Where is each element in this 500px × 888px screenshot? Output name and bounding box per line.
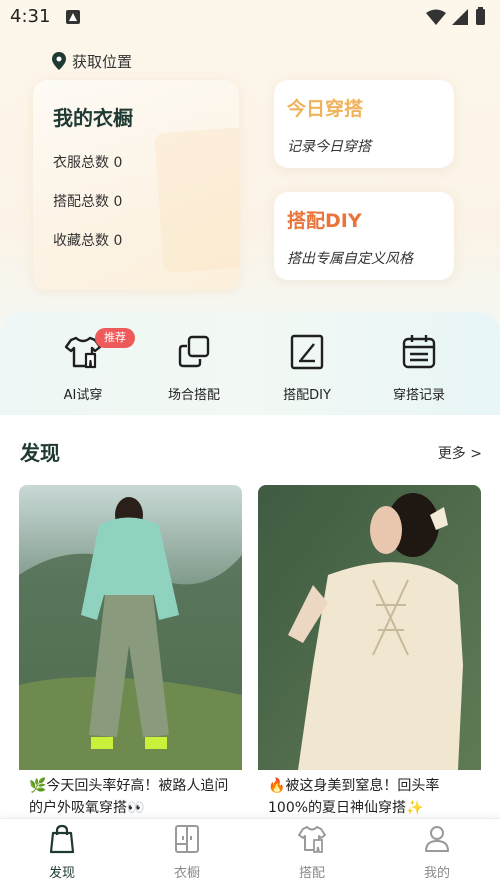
recommend-badge: 推荐	[95, 328, 135, 348]
location-pin-icon	[52, 52, 66, 70]
nav-outfit-label: 搭配	[298, 866, 325, 881]
summer-dress-photo	[258, 485, 481, 770]
notification-a-icon	[66, 10, 80, 24]
nav-wardrobe[interactable]: 衣橱	[147, 824, 227, 884]
nav-mine-label: 我的	[423, 866, 450, 881]
favorite-count: 收藏总数 0	[53, 233, 123, 249]
nav-outfit[interactable]: 搭配	[272, 824, 352, 884]
battery-icon	[476, 9, 485, 25]
more-link[interactable]: 更多 >	[438, 443, 482, 463]
nav-discover-label: 发现	[48, 866, 75, 881]
today-outfit-title: 今日穿搭	[287, 98, 364, 120]
status-icons	[426, 7, 485, 25]
feature-diy[interactable]: 搭配DIY	[257, 332, 357, 403]
feature-ai-tryon-label: AI试穿	[63, 388, 103, 403]
copy-squares-icon	[178, 335, 210, 368]
get-location[interactable]: 获取位置	[52, 50, 132, 72]
outfit-diy-subtitle: 搭出专属自定义风格	[287, 251, 413, 267]
feature-occasion-label: 场合搭配	[167, 388, 220, 403]
outfit-icon	[298, 826, 326, 853]
post-caption: 🌿今天回头率好高！被路人追问的户外吸氧穿搭👀	[29, 778, 229, 816]
today-outfit-card[interactable]: 今日穿搭 记录今日穿搭	[274, 80, 454, 168]
status-time: 4:31	[10, 6, 51, 27]
wardrobe-icon	[175, 825, 199, 853]
outfit-diy-card[interactable]: 搭配DIY 搭出专属自定义风格	[274, 192, 454, 280]
my-wardrobe-card[interactable]: 我的衣橱 衣服总数 0 搭配总数 0 收藏总数 0	[33, 80, 239, 290]
signal-icon	[452, 9, 468, 25]
wardrobe-title: 我的衣橱	[53, 106, 133, 130]
outfit-count: 搭配总数 0	[53, 194, 123, 210]
wifi-icon	[426, 9, 446, 25]
clothes-count: 衣服总数 0	[53, 155, 123, 171]
post-card[interactable]: 🌿今天回头率好高！被路人追问的户外吸氧穿搭👀	[19, 485, 242, 825]
calendar-list-icon	[402, 335, 436, 369]
nav-discover[interactable]: 发现	[22, 824, 102, 884]
post-caption: 🔥被这身美到窒息！回头率100%的夏日神仙穿搭✨	[268, 778, 440, 816]
post-card[interactable]: 🔥被这身美到窒息！回头率100%的夏日神仙穿搭✨	[258, 485, 481, 825]
feature-occasion[interactable]: 场合搭配	[144, 332, 244, 403]
today-outfit-subtitle: 记录今日穿搭	[287, 139, 371, 155]
feature-diy-label: 搭配DIY	[283, 388, 331, 403]
edit-pen-icon	[290, 334, 324, 370]
nav-mine[interactable]: 我的	[397, 824, 477, 884]
feature-outfit-log-label: 穿搭记录	[392, 388, 445, 403]
discover-title: 发现	[20, 441, 60, 465]
shopping-bag-icon	[49, 824, 75, 854]
outfit-diy-title: 搭配DIY	[287, 210, 362, 232]
location-label: 获取位置	[72, 52, 133, 71]
feature-outfit-log[interactable]: 穿搭记录	[369, 332, 469, 403]
nav-wardrobe-label: 衣橱	[173, 866, 200, 881]
user-icon	[425, 826, 449, 852]
outdoor-outfit-photo	[19, 485, 242, 770]
status-bar: 4:31	[0, 0, 500, 34]
